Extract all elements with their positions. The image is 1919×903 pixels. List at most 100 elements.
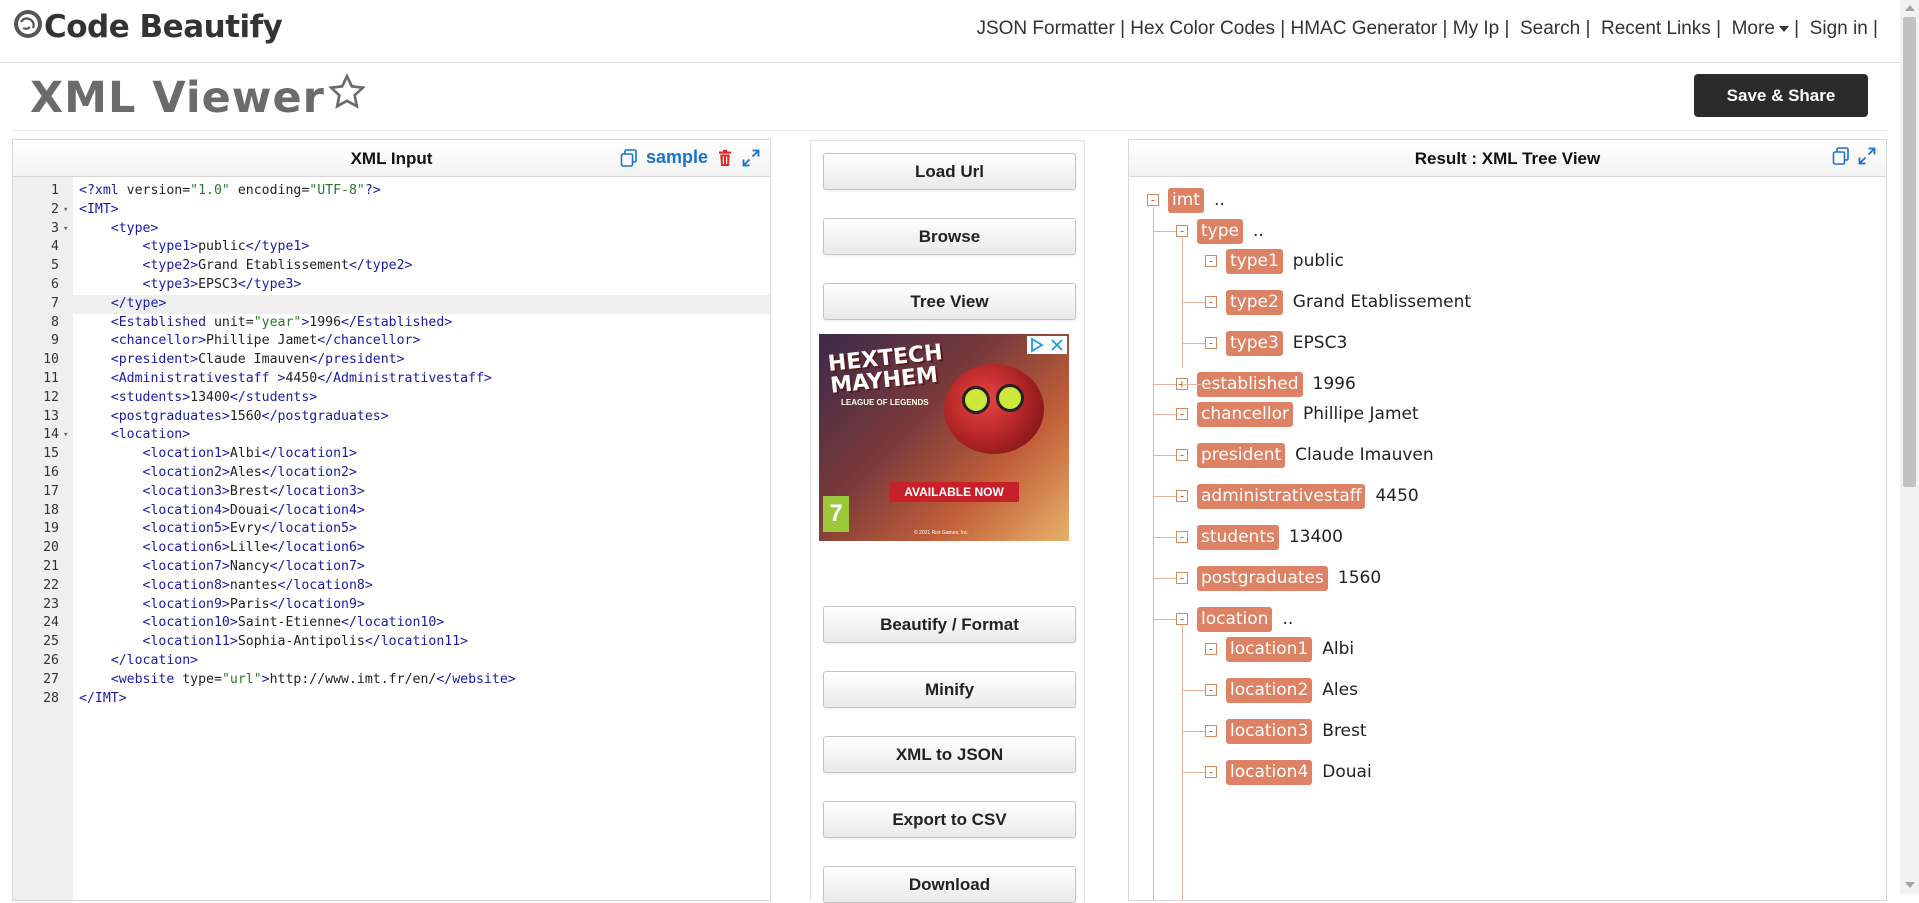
tree-node-tag[interactable]: type2 bbox=[1226, 289, 1283, 315]
tree-node-tag[interactable]: type3 bbox=[1226, 330, 1283, 356]
collapse-node-icon[interactable]: - bbox=[1205, 643, 1217, 655]
tree-node-tag[interactable]: established bbox=[1197, 371, 1303, 397]
code-line: 19 <location5>Evry</location5> bbox=[13, 520, 770, 539]
collapse-node-icon[interactable]: - bbox=[1205, 337, 1217, 349]
advertisement[interactable]: HEXTECH MAYHEM LEAGUE OF LEGENDS AVAILABL… bbox=[819, 334, 1069, 541]
collapse-node-icon[interactable]: - bbox=[1176, 408, 1188, 420]
nav-sign-in[interactable]: Sign in bbox=[1810, 18, 1868, 39]
tree-connector bbox=[1182, 772, 1205, 773]
nav-my-ip[interactable]: My Ip bbox=[1453, 18, 1499, 39]
tree-node-tag[interactable]: location3 bbox=[1226, 718, 1313, 744]
beautify-format-button[interactable]: Beautify / Format bbox=[823, 606, 1076, 643]
line-number: 11 bbox=[43, 370, 59, 386]
tree-node-tag[interactable]: location4 bbox=[1226, 759, 1313, 785]
collapse-node-icon[interactable]: - bbox=[1176, 490, 1188, 502]
code-token: </president> bbox=[309, 352, 405, 368]
tree-view-button[interactable]: Tree View bbox=[823, 283, 1076, 320]
nav-hmac-generator[interactable]: HMAC Generator bbox=[1290, 18, 1437, 39]
fold-arrow-icon[interactable]: ▾ bbox=[63, 426, 68, 445]
code-token: </location6> bbox=[269, 540, 365, 556]
code-token: </website> bbox=[436, 671, 516, 687]
nav-hex-color-codes[interactable]: Hex Color Codes bbox=[1130, 18, 1275, 39]
collapse-node-icon[interactable]: - bbox=[1147, 194, 1159, 206]
collapse-node-icon[interactable]: - bbox=[1176, 449, 1188, 461]
scroll-up-icon[interactable] bbox=[1905, 5, 1915, 11]
tree-node-tag[interactable]: students bbox=[1197, 524, 1279, 550]
copy-icon[interactable] bbox=[620, 148, 638, 167]
collapse-node-icon[interactable]: - bbox=[1205, 766, 1217, 778]
save-share-button[interactable]: Save & Share bbox=[1694, 74, 1868, 117]
brand-logo[interactable]: Code Beautify bbox=[12, 8, 283, 46]
code-token: "1.0" bbox=[190, 183, 230, 198]
tree-node-tag[interactable]: location bbox=[1197, 606, 1273, 632]
code-token: <location6> bbox=[142, 540, 230, 556]
tree-node-tag[interactable]: president bbox=[1197, 442, 1286, 468]
code-text: <website type="url">http://www.imt.fr/en… bbox=[79, 671, 516, 690]
nav-recent-links[interactable]: Recent Links bbox=[1601, 18, 1711, 39]
copy-icon[interactable] bbox=[1832, 147, 1850, 165]
tree-node-tag[interactable]: administrativestaff bbox=[1197, 483, 1366, 509]
collapse-node-icon[interactable]: - bbox=[1205, 684, 1217, 696]
export-csv-button[interactable]: Export to CSV bbox=[823, 801, 1076, 838]
code-token: <type2> bbox=[142, 258, 199, 274]
line-number: 6 bbox=[51, 276, 59, 292]
line-number: 24 bbox=[43, 615, 59, 631]
tree-node-tag[interactable]: postgraduates bbox=[1197, 565, 1328, 591]
tree-node-tag[interactable]: location1 bbox=[1226, 636, 1313, 662]
tree-node-tag[interactable]: type1 bbox=[1226, 248, 1283, 274]
collapse-node-icon[interactable]: - bbox=[1205, 725, 1217, 737]
trash-icon[interactable] bbox=[716, 149, 734, 167]
tree-node-value: .. bbox=[1282, 609, 1294, 629]
code-token: Evry bbox=[229, 521, 262, 537]
tree-node-tag[interactable]: location2 bbox=[1226, 677, 1313, 703]
code-line: 13 <postgraduates>1560</postgraduates> bbox=[13, 408, 770, 427]
collapse-node-icon[interactable]: - bbox=[1176, 613, 1188, 625]
code-token: </type> bbox=[110, 295, 167, 311]
collapse-node-icon[interactable]: - bbox=[1205, 255, 1217, 267]
expand-icon[interactable] bbox=[742, 149, 760, 167]
fold-arrow-icon[interactable]: ▾ bbox=[63, 201, 68, 220]
nav-json-formatter[interactable]: JSON Formatter bbox=[976, 18, 1114, 39]
tree-node-tag[interactable]: chancellor bbox=[1197, 401, 1293, 427]
tree-node-value: 1996 bbox=[1312, 374, 1356, 394]
expand-icon[interactable] bbox=[1858, 147, 1876, 165]
code-text: <postgraduates>1560</postgraduates> bbox=[79, 408, 389, 427]
collapse-node-icon[interactable]: - bbox=[1176, 225, 1188, 237]
tree-node-tag[interactable]: type bbox=[1197, 218, 1243, 244]
fold-arrow-icon[interactable]: ▾ bbox=[63, 220, 68, 239]
download-button[interactable]: Download bbox=[823, 866, 1076, 903]
nav-search[interactable]: Search bbox=[1520, 18, 1580, 39]
code-token: <type1> bbox=[142, 239, 199, 255]
collapse-node-icon[interactable]: - bbox=[1176, 572, 1188, 584]
code-token: <Established bbox=[110, 314, 207, 330]
code-token: "url" bbox=[221, 671, 262, 687]
tree-connector bbox=[1153, 414, 1176, 415]
xml-code-editor[interactable]: 1 <?xml version="1.0" encoding="UTF-8"?> 2… bbox=[13, 177, 770, 900]
page-scrollbar[interactable] bbox=[1900, 0, 1919, 894]
top-bar: Code Beautify JSON Formatter | Hex Color… bbox=[0, 0, 1900, 63]
ad-choices-badge[interactable] bbox=[1027, 336, 1067, 354]
scrollbar-thumb[interactable] bbox=[1903, 17, 1916, 487]
line-number: 17 bbox=[43, 483, 59, 499]
code-token: Brest bbox=[229, 483, 270, 499]
tree-node-tag[interactable]: imt bbox=[1168, 187, 1204, 213]
code-line: 2 ▾ <IMT> bbox=[13, 201, 770, 220]
xml-to-json-button[interactable]: XML to JSON bbox=[823, 736, 1076, 773]
collapse-node-icon[interactable]: - bbox=[1176, 531, 1188, 543]
sample-link[interactable]: sample bbox=[646, 147, 708, 168]
code-line: 3 ▾ <type> bbox=[13, 220, 770, 239]
code-token: <type> bbox=[110, 220, 159, 236]
browse-button[interactable]: Browse bbox=[823, 218, 1076, 255]
tree-node-students: - students 13400 bbox=[1176, 524, 1343, 550]
nav-more[interactable]: More bbox=[1732, 18, 1789, 39]
scroll-down-icon[interactable] bbox=[1905, 882, 1915, 888]
minify-button[interactable]: Minify bbox=[823, 671, 1076, 708]
star-icon[interactable] bbox=[327, 72, 367, 123]
tree-node-location4: - location4 Douai bbox=[1205, 759, 1372, 785]
collapse-node-icon[interactable]: - bbox=[1205, 296, 1217, 308]
load-url-button[interactable]: Load Url bbox=[823, 153, 1076, 190]
line-number: 12 bbox=[43, 389, 59, 405]
